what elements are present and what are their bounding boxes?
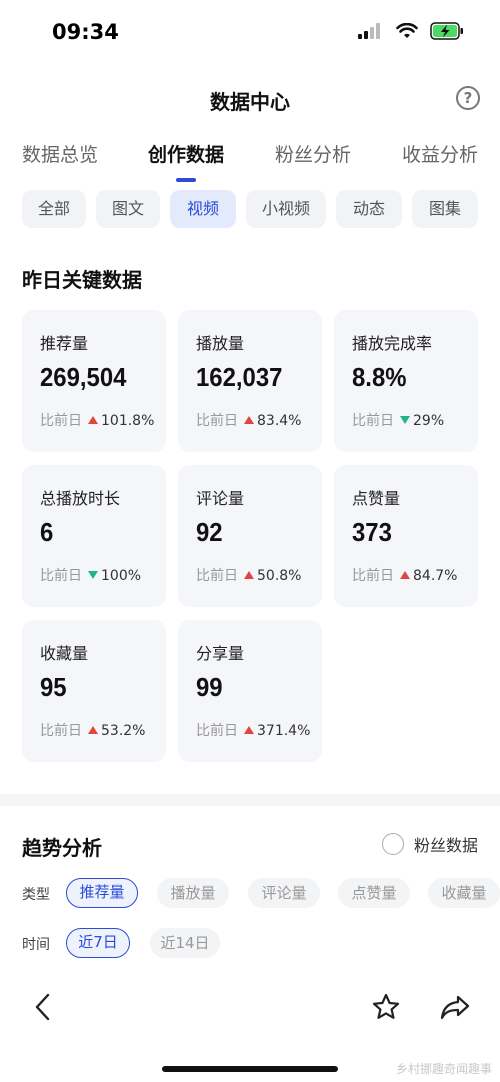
stat-card-comments[interactable]: 评论量 92 比前日 50.8% (178, 465, 322, 607)
stat-card-plays[interactable]: 播放量 162,037 比前日 83.4% (178, 310, 322, 452)
stat-change: 84.7% (413, 568, 458, 584)
stat-compare: 比前日 53.2% (40, 720, 145, 740)
compare-label: 比前日 (40, 568, 82, 584)
chip-short-video[interactable]: 小视频 (246, 190, 326, 228)
stat-change: 83.4% (257, 413, 302, 429)
down-arrow-icon (88, 571, 98, 579)
help-icon[interactable]: ? (456, 86, 480, 110)
key-data-title: 昨日关键数据 (22, 268, 142, 292)
chip-image-text[interactable]: 图文 (96, 190, 160, 228)
stat-card-total-play-time[interactable]: 总播放时长 6 比前日 100% (22, 465, 166, 607)
stat-card-completion-rate[interactable]: 播放完成率 8.8% 比前日 29% (334, 310, 478, 452)
stat-card-likes[interactable]: 点赞量 373 比前日 84.7% (334, 465, 478, 607)
section-divider (0, 794, 500, 806)
status-icons (358, 22, 464, 40)
chip-gallery[interactable]: 图集 (412, 190, 478, 228)
stat-change: 29% (413, 413, 445, 429)
stat-change: 371.4% (257, 723, 311, 739)
tab-revenue-analysis[interactable]: 收益分析 (402, 140, 478, 167)
stat-value: 6 (40, 517, 54, 547)
stat-compare: 比前日 29% (352, 410, 444, 430)
nav-bar: 数据中心 ? (0, 72, 500, 124)
up-arrow-icon (88, 416, 98, 424)
stat-value: 373 (352, 517, 392, 547)
down-arrow-icon (400, 416, 410, 424)
tab-creation-data[interactable]: 创作数据 (148, 140, 224, 167)
trend-title: 趋势分析 (22, 836, 102, 860)
time-row-label: 时间 (22, 937, 50, 953)
stat-label: 收藏量 (40, 644, 89, 663)
stat-change: 50.8% (257, 568, 302, 584)
back-icon[interactable] (32, 992, 54, 1022)
tab-data-overview[interactable]: 数据总览 (22, 140, 98, 167)
share-icon[interactable] (439, 992, 471, 1022)
stat-value: 92 (196, 517, 223, 547)
up-arrow-icon (244, 416, 254, 424)
type-option-plays[interactable]: 播放量 (157, 878, 229, 908)
compare-label: 比前日 (352, 413, 394, 429)
compare-label: 比前日 (196, 568, 238, 584)
up-arrow-icon (244, 571, 254, 579)
bottom-toolbar: 乡村挪趣奇闻趣事 (0, 980, 500, 1082)
stat-change: 53.2% (101, 723, 146, 739)
type-row-label: 类型 (22, 887, 50, 903)
compare-label: 比前日 (196, 723, 238, 739)
up-arrow-icon (400, 571, 410, 579)
battery-charging-icon (430, 22, 463, 40)
compare-label: 比前日 (196, 413, 238, 429)
stat-value: 95 (40, 672, 67, 702)
stat-compare: 比前日 101.8% (40, 410, 154, 430)
stat-value: 8.8% (352, 362, 407, 392)
main-tabs: 数据总览 创作数据 粉丝分析 收益分析 (0, 136, 500, 184)
status-bar: 09:34 (0, 0, 500, 66)
stat-compare: 比前日 84.7% (352, 565, 457, 585)
chip-all[interactable]: 全部 (22, 190, 86, 228)
home-indicator (162, 1066, 338, 1072)
chip-video[interactable]: 视频 (170, 190, 236, 228)
stat-label: 播放完成率 (352, 334, 433, 353)
stat-compare: 比前日 50.8% (196, 565, 301, 585)
stat-compare: 比前日 100% (40, 565, 141, 585)
stat-change: 101.8% (101, 413, 155, 429)
stat-value: 269,504 (40, 362, 127, 392)
time-option-7-days[interactable]: 近7日 (66, 928, 130, 958)
stat-compare: 比前日 83.4% (196, 410, 301, 430)
active-tab-indicator (176, 178, 196, 182)
type-option-comments[interactable]: 评论量 (248, 878, 320, 908)
type-option-favorites[interactable]: 收藏量 (428, 878, 500, 908)
page-title: 数据中心 (210, 90, 290, 114)
stat-card-recommendations[interactable]: 推荐量 269,504 比前日 101.8% (22, 310, 166, 452)
stat-compare: 比前日 371.4% (196, 720, 310, 740)
fans-data-label: 粉丝数据 (413, 836, 478, 855)
stat-card-favorites[interactable]: 收藏量 95 比前日 53.2% (22, 620, 166, 762)
wifi-icon (396, 23, 418, 38)
stat-card-shares[interactable]: 分享量 99 比前日 371.4% (178, 620, 322, 762)
compare-label: 比前日 (40, 723, 82, 739)
type-option-likes[interactable]: 点赞量 (338, 878, 410, 908)
watermark: 乡村挪趣奇闻趣事 (395, 1062, 492, 1076)
star-favorite-icon[interactable] (371, 992, 401, 1022)
cellular-signal-icon (358, 23, 380, 39)
compare-label: 比前日 (40, 413, 82, 429)
fans-data-toggle[interactable]: 粉丝数据 (381, 832, 478, 856)
stat-value: 99 (196, 672, 223, 702)
time-option-14-days[interactable]: 近14日 (150, 928, 220, 958)
up-arrow-icon (244, 726, 254, 734)
compare-label: 比前日 (352, 568, 394, 584)
content-type-chips: 全部 图文 视频 小视频 动态 图集 (0, 190, 500, 230)
up-arrow-icon (88, 726, 98, 734)
stat-label: 评论量 (196, 489, 245, 508)
stat-label: 点赞量 (352, 489, 401, 508)
type-option-recommendations[interactable]: 推荐量 (66, 878, 138, 908)
stat-value: 162,037 (196, 362, 283, 392)
tab-fans-analysis[interactable]: 粉丝分析 (275, 140, 351, 167)
stat-change: 100% (101, 568, 142, 584)
stat-label: 分享量 (196, 644, 245, 663)
stat-label: 总播放时长 (40, 489, 121, 508)
stat-label: 播放量 (196, 334, 245, 353)
status-time: 09:34 (52, 20, 119, 44)
radio-icon[interactable] (381, 833, 404, 855)
stat-label: 推荐量 (40, 334, 89, 353)
chip-moments[interactable]: 动态 (336, 190, 402, 228)
